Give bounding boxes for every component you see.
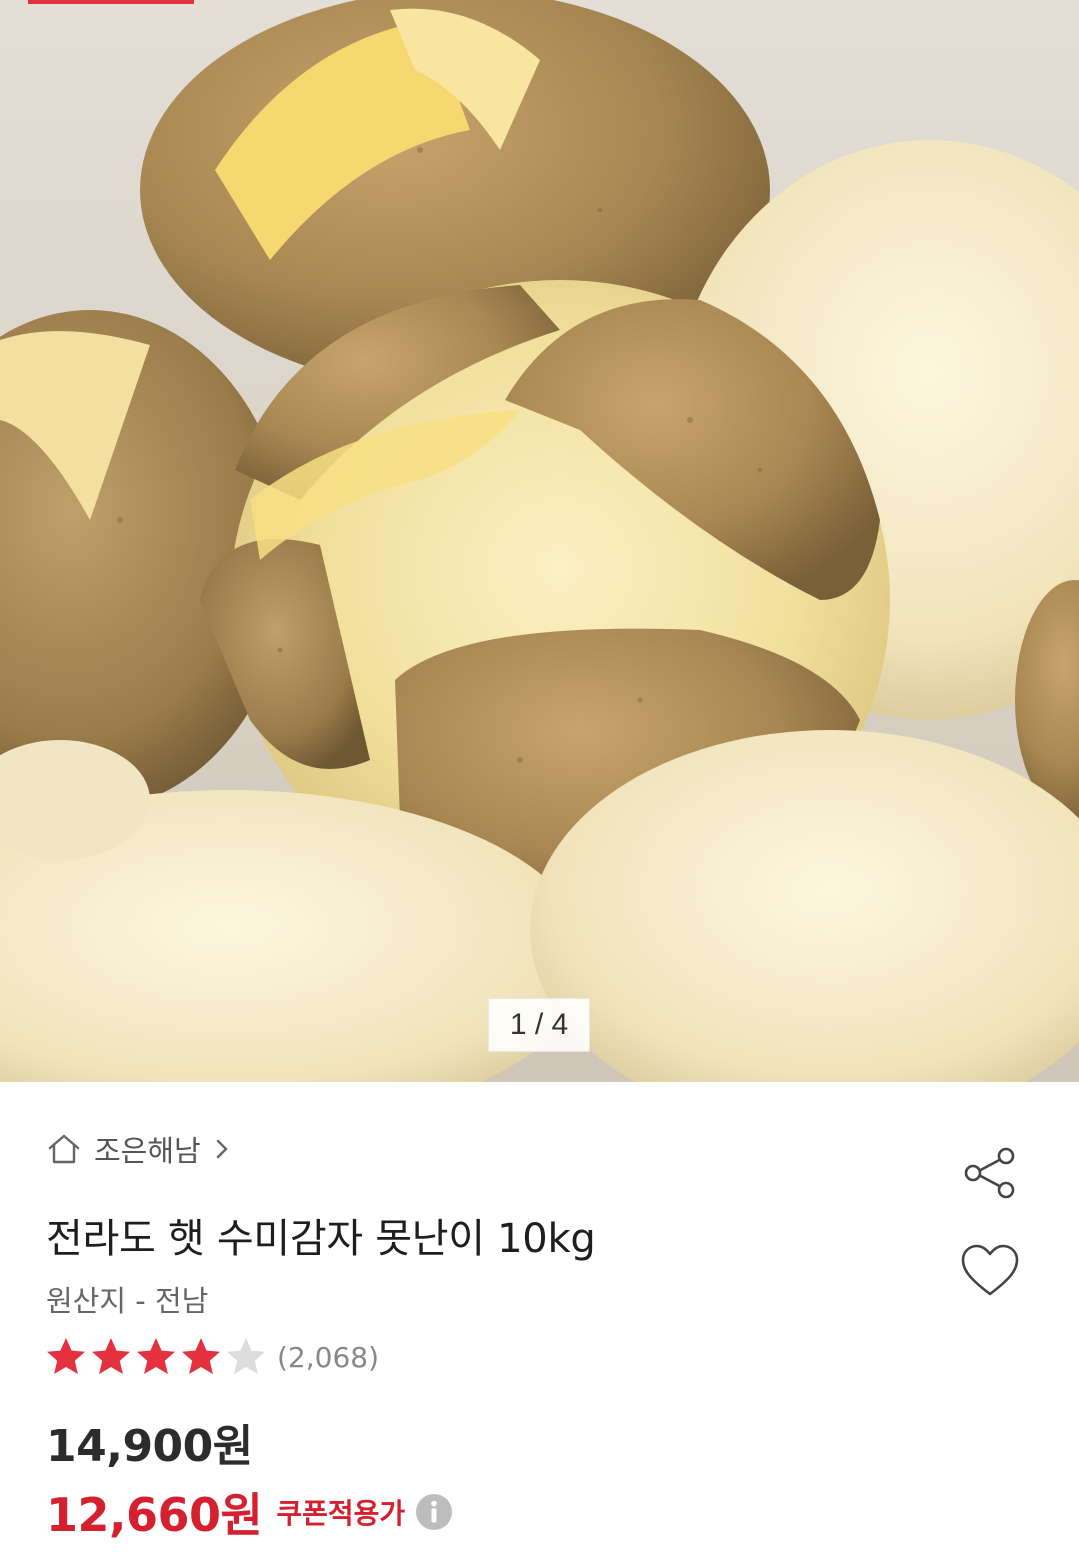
product-origin: 원산지 - 전남	[46, 1284, 209, 1318]
price-coupon: 12,660원	[46, 1488, 263, 1542]
store-name: 조은해남	[94, 1134, 201, 1168]
star-empty-icon	[227, 1338, 265, 1374]
coupon-price-label: 쿠폰적용가	[276, 1497, 406, 1530]
star-filled-icon	[92, 1338, 130, 1374]
gallery-page-indicator: 1 / 4	[488, 998, 590, 1052]
home-icon	[48, 1134, 80, 1164]
product-title: 전라도 햇 수미감자 못난이 10kg	[46, 1216, 596, 1262]
product-rating[interactable]: (2,068)	[44, 1332, 379, 1382]
chevron-right-icon	[216, 1139, 227, 1159]
share-icon	[964, 1147, 1015, 1199]
product-image-gallery[interactable]: 1 / 4	[0, 0, 1079, 1082]
rating-stars	[44, 1335, 269, 1379]
product-photo-boiled-potatoes	[0, 0, 1079, 1082]
product-info-section: 조은해남 전라도 햇 수미감자 못난이 10kg 원산지 - 전남 (2,068…	[0, 1082, 1079, 1553]
heart-icon	[961, 1244, 1019, 1296]
star-filled-icon	[182, 1338, 220, 1374]
store-link[interactable]: 조은해남	[46, 1127, 229, 1171]
review-count: (2,068)	[277, 1340, 380, 1374]
price-original: 14,900원	[46, 1421, 253, 1472]
wishlist-button[interactable]	[959, 1240, 1021, 1302]
star-filled-icon	[47, 1338, 85, 1374]
info-icon[interactable]	[415, 1493, 453, 1531]
gallery-top-accent-bar	[28, 0, 194, 4]
coupon-price-row: 12,660원 쿠폰적용가	[46, 1480, 453, 1544]
star-filled-icon	[137, 1338, 175, 1374]
share-button[interactable]	[959, 1142, 1021, 1204]
